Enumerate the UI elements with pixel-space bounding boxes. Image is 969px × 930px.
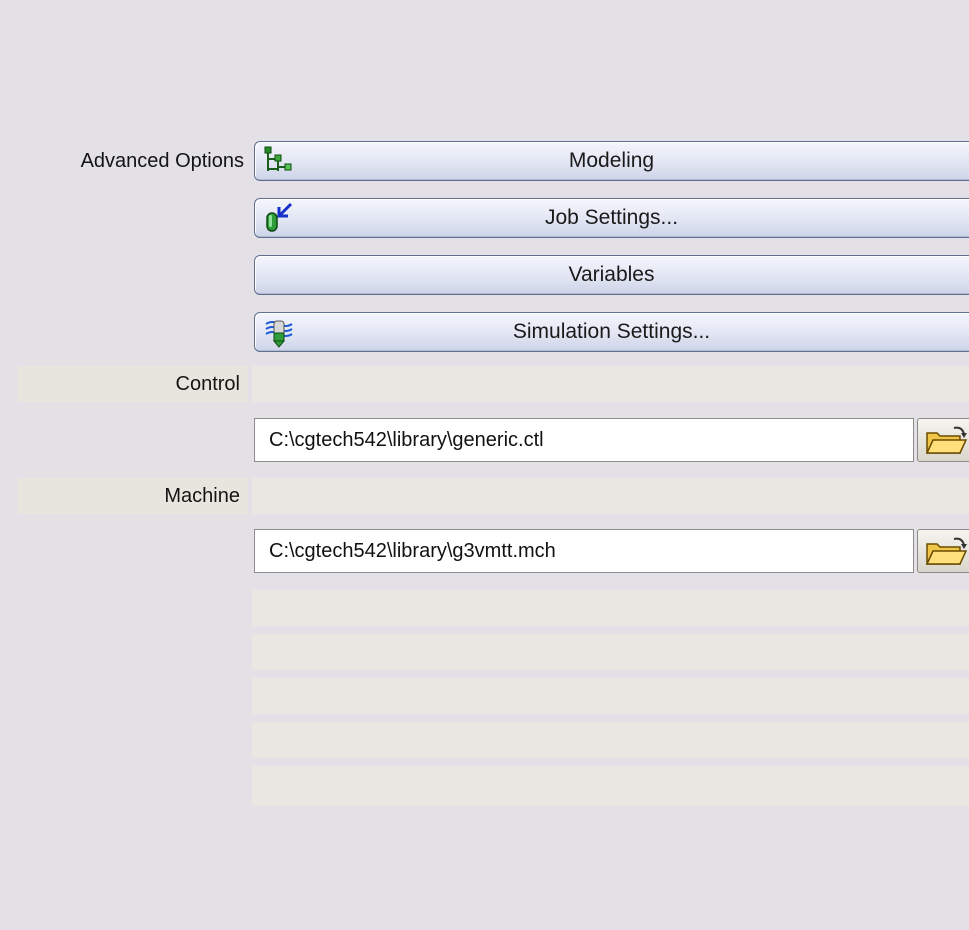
modeling-button-label: Modeling: [568, 149, 655, 172]
advanced-options-label: Advanced Options: [80, 150, 244, 172]
machine-header-band: [252, 478, 969, 514]
machine-browse-button[interactable]: [917, 529, 969, 573]
folder-open-icon: [925, 426, 968, 454]
project-options-panel: Advanced Options Modeling Job Settings..…: [0, 0, 969, 930]
machine-label: Machine: [164, 485, 240, 507]
empty-option-row: [252, 722, 969, 758]
control-label: Control: [175, 373, 240, 395]
empty-option-row: [252, 766, 969, 806]
machine-file-field[interactable]: C:\cgtech542\library\g3vmtt.mch: [254, 529, 914, 573]
variables-button[interactable]: Variables: [254, 255, 969, 295]
job-settings-button-label: Job Settings...: [544, 206, 679, 229]
empty-option-row: [252, 634, 969, 670]
control-header-band: [252, 366, 969, 402]
simulation-settings-button[interactable]: Simulation Settings...: [254, 312, 969, 352]
job-settings-button[interactable]: Job Settings...: [254, 198, 969, 238]
simulation-settings-button-label: Simulation Settings...: [512, 320, 711, 343]
empty-option-row: [252, 590, 969, 626]
variables-button-label: Variables: [568, 263, 655, 286]
control-browse-button[interactable]: [917, 418, 969, 462]
control-file-field[interactable]: C:\cgtech542\library\generic.ctl: [254, 418, 914, 462]
folder-open-icon: [925, 537, 968, 565]
empty-option-row: [252, 678, 969, 714]
modeling-button[interactable]: Modeling: [254, 141, 969, 181]
